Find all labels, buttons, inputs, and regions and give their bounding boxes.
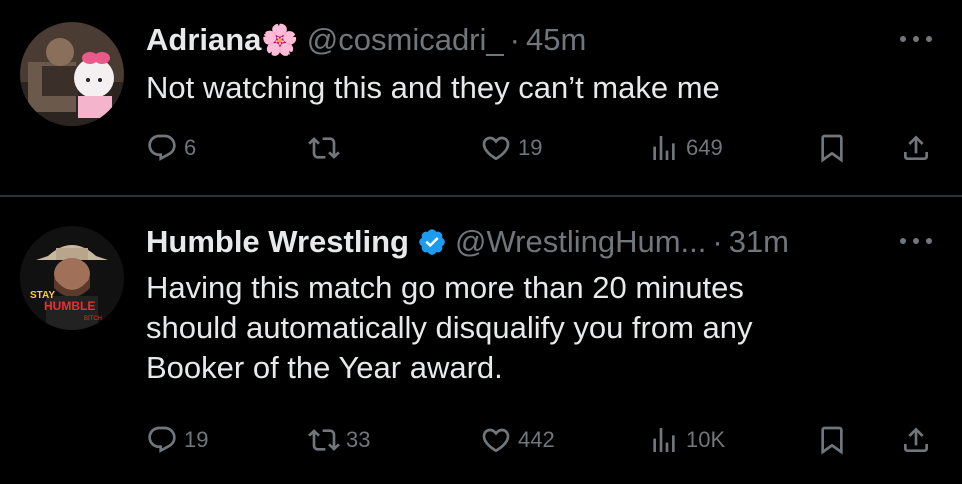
like-button[interactable]: 442	[480, 420, 555, 460]
like-count: 442	[518, 427, 555, 452]
avatar-text: HUMBLE	[44, 299, 95, 313]
reply-icon	[148, 426, 176, 453]
share-button[interactable]	[900, 420, 932, 460]
tweet-text-line: Having this match go more than 20 minute…	[146, 270, 744, 305]
separator-dot: ·	[712, 224, 723, 259]
author-handle[interactable]: @WrestlingHum...	[455, 224, 706, 260]
action-bar: 19 33 442 10K	[0, 420, 962, 460]
more-icon[interactable]	[900, 236, 936, 246]
tweet-text-line: Booker of the Year award.	[146, 350, 503, 385]
retweet-count: 33	[346, 427, 371, 452]
tweet-text: Having this match go more than 20 minute…	[146, 268, 753, 388]
share-icon	[904, 427, 928, 452]
bookmark-button[interactable]	[816, 420, 848, 460]
timestamp[interactable]: 31m	[729, 224, 789, 260]
tweet[interactable]: STAY HUMBLE BITCH Humble Wrestling @Wres…	[0, 0, 962, 484]
reply-button[interactable]: 19	[146, 420, 208, 460]
like-icon	[482, 428, 510, 453]
avatar[interactable]: STAY HUMBLE BITCH	[20, 226, 124, 330]
avatar-text: BITCH	[84, 316, 102, 322]
views-count: 10K	[686, 427, 726, 452]
verified-badge-icon	[417, 227, 447, 257]
views-button[interactable]: 10K	[648, 420, 725, 460]
bookmark-icon	[821, 426, 843, 455]
tweet-text-line: should automatically disqualify you from…	[146, 310, 753, 345]
author-name[interactable]: Humble Wrestling	[146, 224, 409, 260]
retweet-icon	[308, 429, 340, 451]
views-icon	[653, 428, 675, 452]
reply-count: 19	[184, 427, 209, 452]
tweet-header: Humble Wrestling @WrestlingHum... · 31m	[146, 222, 789, 262]
retweet-button[interactable]: 33	[308, 420, 370, 460]
